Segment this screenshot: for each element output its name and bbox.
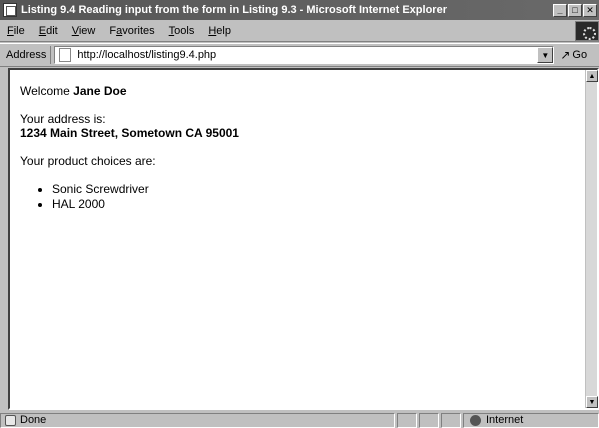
vertical-scrollbar[interactable]: ▲ ▼ (585, 70, 598, 408)
windows-logo-throbber-icon (575, 21, 599, 41)
address-value: 1234 Main Street, Sometown CA 95001 (20, 126, 239, 140)
zone-label: Internet (486, 414, 524, 426)
list-item: HAL 2000 (52, 197, 575, 211)
address-bar: Address http://localhost/listing9.4.php … (0, 43, 599, 67)
menu-edit[interactable]: Edit (32, 25, 65, 37)
minimize-button[interactable]: _ (553, 3, 567, 17)
page-icon (59, 48, 72, 62)
globe-icon (470, 414, 481, 426)
address-intro: Your address is: (20, 112, 106, 126)
status-text-area: Done (0, 412, 395, 428)
ie-app-icon[interactable] (3, 3, 17, 17)
go-button[interactable]: ↗ Go (560, 48, 587, 62)
page-content: Welcome Jane Doe Your address is: 1234 M… (10, 70, 585, 408)
menu-tools[interactable]: Tools (162, 25, 202, 37)
maximize-button[interactable]: □ (568, 3, 582, 17)
address-input[interactable]: http://localhost/listing9.4.php ▼ (54, 46, 555, 64)
security-zone: Internet (463, 412, 599, 428)
list-item: Sonic Screwdriver (52, 182, 575, 196)
status-bar: Done Internet (0, 412, 599, 428)
browser-window: Listing 9.4 Reading input from the form … (0, 0, 599, 428)
menu-help[interactable]: Help (201, 25, 238, 37)
menu-bar: File Edit View Favorites Tools Help (0, 20, 599, 42)
address-label: Address (0, 46, 52, 64)
menu-file[interactable]: File (0, 25, 32, 37)
address-dropdown-arrow-icon[interactable]: ▼ (537, 47, 554, 63)
page-done-icon (5, 414, 16, 426)
address-url[interactable]: http://localhost/listing9.4.php (77, 49, 216, 61)
welcome-line: Welcome Jane Doe (20, 84, 127, 98)
menu-favorites[interactable]: Favorites (102, 25, 161, 37)
status-panel-1 (397, 412, 417, 428)
status-panel-3 (441, 412, 461, 428)
go-arrow-icon: ↗ (560, 48, 571, 62)
window-title: Listing 9.4 Reading input from the form … (21, 4, 447, 16)
product-list: Sonic Screwdriver HAL 2000 (52, 182, 575, 211)
status-panel-2 (419, 412, 439, 428)
welcome-name: Jane Doe (73, 84, 127, 98)
scroll-down-arrow-icon[interactable]: ▼ (586, 396, 598, 408)
scroll-up-arrow-icon[interactable]: ▲ (586, 70, 598, 82)
status-text: Done (20, 414, 47, 426)
menu-view[interactable]: View (65, 25, 103, 37)
address-block: Your address is: 1234 Main Street, Somet… (20, 112, 575, 140)
close-button[interactable]: ✕ (583, 3, 597, 17)
products-intro: Your product choices are: (20, 154, 156, 168)
page-content-frame: Welcome Jane Doe Your address is: 1234 M… (8, 68, 599, 410)
title-bar[interactable]: Listing 9.4 Reading input from the form … (0, 0, 599, 20)
